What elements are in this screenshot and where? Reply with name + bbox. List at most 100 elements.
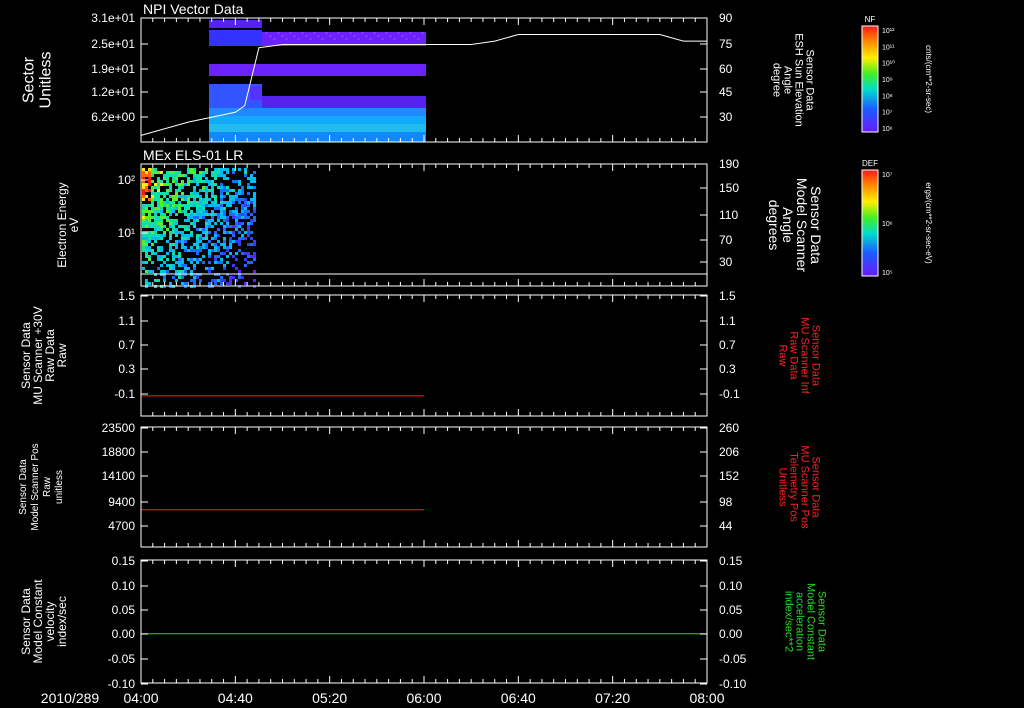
heatmap-cell xyxy=(178,186,181,189)
heatmap-cell xyxy=(241,192,244,195)
heatmap-cell xyxy=(157,234,160,237)
heatmap-cell xyxy=(181,231,184,234)
heatmap-cell xyxy=(145,270,148,273)
heatmap-cell xyxy=(208,204,211,207)
heatmap-cell xyxy=(184,207,187,210)
heatmap-cell xyxy=(208,213,211,216)
heatmap-cell xyxy=(181,237,184,240)
heatmap-cell xyxy=(385,32,388,34)
heatmap-cell xyxy=(193,174,196,177)
heatmap-cell xyxy=(187,237,190,240)
heatmap-cell xyxy=(190,201,193,204)
heatmap-cell xyxy=(187,207,190,210)
heatmap-cell xyxy=(209,116,426,124)
heatmap-cell xyxy=(169,264,172,267)
heatmap-cell xyxy=(184,282,187,285)
heatmap-cell xyxy=(172,258,175,261)
heatmap-cell xyxy=(151,210,154,213)
heatmap-cell xyxy=(151,207,154,210)
heatmap-cell xyxy=(190,204,193,207)
heatmap-cell xyxy=(208,261,211,264)
heatmap-cell xyxy=(253,255,256,258)
heatmap-cell xyxy=(211,204,214,207)
y-tick-label: 0.7 xyxy=(118,338,135,352)
heatmap-cell xyxy=(232,234,235,237)
heatmap-cell xyxy=(208,249,211,252)
heatmap-cell xyxy=(175,261,178,264)
time-tick-label: 08:00 xyxy=(689,690,724,706)
heatmap-cell xyxy=(175,189,178,192)
heatmap-cell xyxy=(178,174,181,177)
heatmap-cell xyxy=(220,279,223,282)
heatmap-cell xyxy=(393,38,396,40)
heatmap-cell xyxy=(145,234,148,237)
heatmap-cell xyxy=(223,186,226,189)
heatmap-cell xyxy=(214,279,217,282)
heatmap-cell xyxy=(214,243,217,246)
heatmap-cell xyxy=(247,252,250,255)
heatmap-cell xyxy=(217,255,220,258)
heatmap-cell xyxy=(157,216,160,219)
heatmap-cell xyxy=(208,198,211,201)
heatmap-cell xyxy=(166,189,169,192)
heatmap-cell xyxy=(333,38,336,40)
heatmap-cell xyxy=(229,243,232,246)
y2-tick-label: 98 xyxy=(719,495,733,509)
heatmap-cell xyxy=(178,225,181,228)
heatmap-cell xyxy=(187,213,190,216)
heatmap-cell xyxy=(151,261,154,264)
heatmap-cell xyxy=(250,231,253,234)
heatmap-cell xyxy=(190,270,193,273)
y2-tick-label: 0.05 xyxy=(719,603,743,617)
heatmap-cell xyxy=(265,32,268,34)
heatmap-cell xyxy=(160,198,163,201)
heatmap-cell xyxy=(214,255,217,258)
heatmap-cell xyxy=(169,237,172,240)
y2-tick-label: 30 xyxy=(719,110,733,124)
heatmap-cell xyxy=(151,252,154,255)
heatmap-cell xyxy=(145,249,148,252)
heatmap-cell xyxy=(160,210,163,213)
heatmap-cell xyxy=(172,252,175,255)
y2-tick-label: 90 xyxy=(719,11,733,25)
heatmap-cell xyxy=(193,258,196,261)
heatmap-cell xyxy=(148,237,151,240)
heatmap-cell xyxy=(226,192,229,195)
heatmap-cell xyxy=(247,255,250,258)
heatmap-cell xyxy=(166,264,169,267)
y-tick-label: 1.5 xyxy=(118,289,135,303)
heatmap-cell xyxy=(157,180,160,183)
heatmap-cell xyxy=(223,207,226,210)
heatmap-cell xyxy=(184,264,187,267)
heatmap-cell xyxy=(160,258,163,261)
heatmap-cell xyxy=(166,270,169,273)
heatmap-cell xyxy=(145,255,148,258)
heatmap-cell xyxy=(244,237,247,240)
heatmap-cell xyxy=(235,267,238,270)
heatmap-cell xyxy=(223,240,226,243)
heatmap-cell xyxy=(154,195,157,198)
colorbar-tick-label: 10¹² xyxy=(882,28,895,35)
heatmap-cell xyxy=(235,210,238,213)
colorbar-tick-label: 10¹¹ xyxy=(882,44,895,51)
heatmap-cell xyxy=(244,210,247,213)
heatmap-cell xyxy=(211,180,214,183)
heatmap-cell xyxy=(184,204,187,207)
heatmap-cell xyxy=(238,183,241,186)
heatmap-cell xyxy=(205,267,208,270)
y-tick-label: 0.05 xyxy=(112,603,136,617)
colorbar-label: NF xyxy=(865,15,876,24)
colorbar-tick-label: 10⁷ xyxy=(882,110,893,117)
heatmap-cell xyxy=(148,222,151,225)
heatmap-cell xyxy=(223,231,226,234)
heatmap-cell xyxy=(157,246,160,249)
heatmap-cell xyxy=(205,231,208,234)
heatmap-cell xyxy=(220,189,223,192)
heatmap-cell xyxy=(163,204,166,207)
heatmap-cell xyxy=(211,225,214,228)
heatmap-cell xyxy=(220,252,223,255)
heatmap-cell xyxy=(196,195,199,198)
heatmap-cell xyxy=(157,207,160,210)
heatmap-cell xyxy=(205,225,208,228)
heatmap-cell xyxy=(202,237,205,240)
